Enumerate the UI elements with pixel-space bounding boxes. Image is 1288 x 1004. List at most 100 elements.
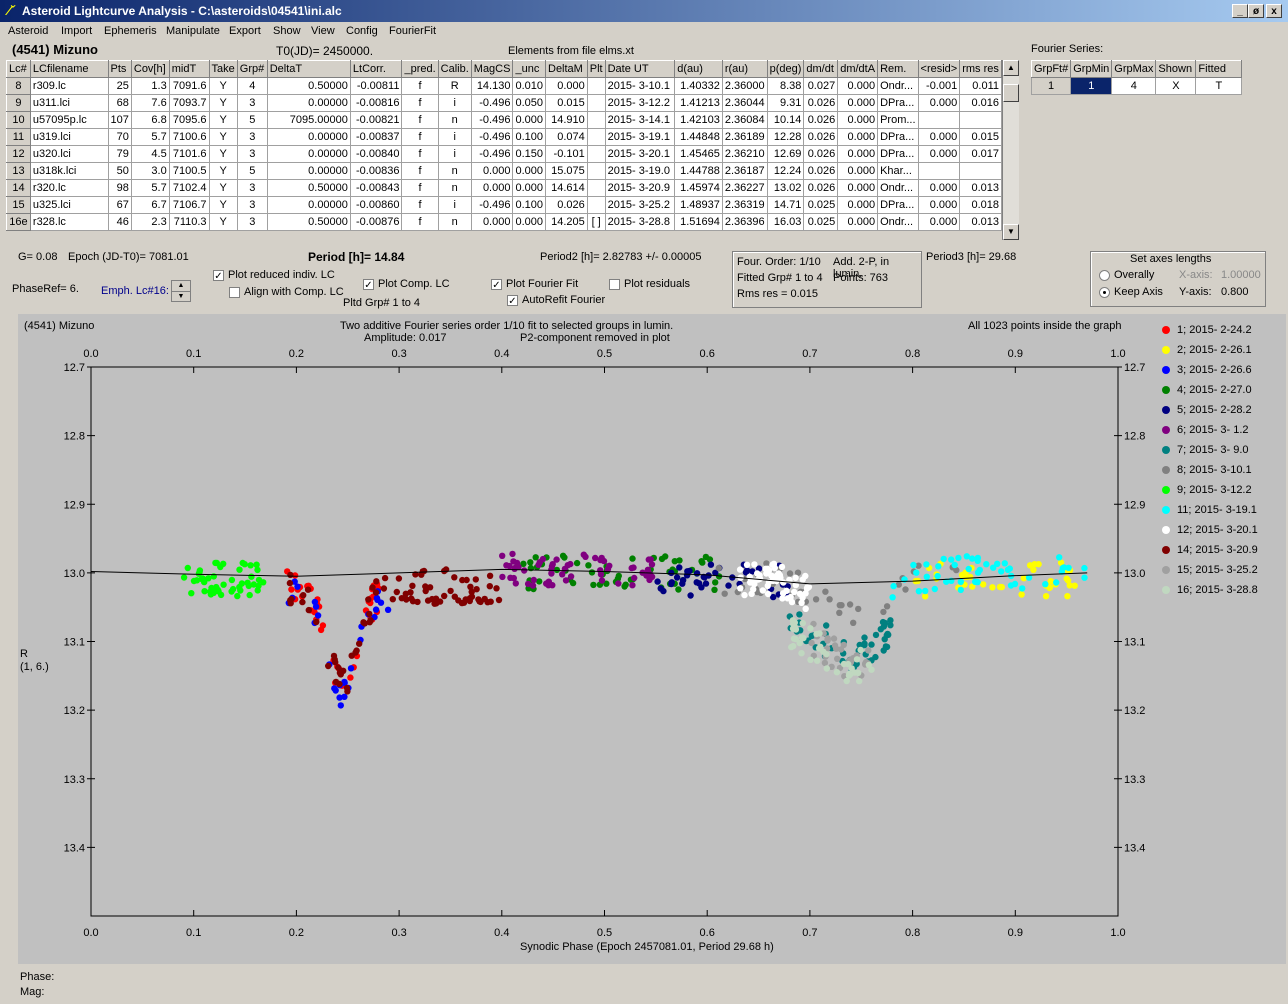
spin-up-icon[interactable]: ▲ bbox=[172, 281, 190, 292]
menu-view[interactable]: View bbox=[311, 25, 335, 37]
table-cell[interactable]: 8.38 bbox=[766, 77, 805, 95]
table-cell[interactable]: -0.496 bbox=[470, 145, 514, 163]
table-cell[interactable]: Ondr... bbox=[877, 77, 919, 95]
table-cell[interactable]: 0.013 bbox=[959, 213, 1002, 231]
row-number-cell[interactable]: 8 bbox=[6, 77, 31, 95]
table-cell[interactable]: 0.013 bbox=[959, 179, 1002, 197]
table-cell[interactable]: 2015- 3-12.2 bbox=[604, 94, 676, 112]
table-cell[interactable]: Khar... bbox=[877, 162, 919, 180]
table-cell[interactable]: 3 bbox=[236, 94, 268, 112]
table-cell[interactable]: 2.36396 bbox=[721, 213, 768, 231]
table-cell[interactable]: 0.00000 bbox=[266, 162, 351, 180]
table-cell[interactable]: 0.000 bbox=[837, 162, 879, 180]
scroll-thumb[interactable] bbox=[1003, 84, 1019, 102]
table-cell[interactable]: DPra... bbox=[877, 196, 919, 214]
plot-panel[interactable]: 0.0 0.0 0.1 0.1 0.2 0.2 0.3 0.3 0.4 0.4 0.5 0.5 0.6 0… bbox=[18, 314, 1286, 964]
column-header[interactable]: _pred. bbox=[401, 60, 439, 78]
table-cell[interactable]: 7100.5 bbox=[168, 162, 210, 180]
table-cell[interactable]: 12.69 bbox=[766, 145, 805, 163]
table-row[interactable]: 8 r309.lc 25 1.3 7091.6 Y 4 0.50000 -0.00811 f R 14… bbox=[6, 77, 1002, 95]
table-cell[interactable]: -0.001 bbox=[917, 77, 961, 95]
column-header[interactable]: MagCS bbox=[470, 60, 514, 78]
table-cell[interactable]: 7110.3 bbox=[168, 213, 210, 231]
menu-import[interactable]: Import bbox=[61, 25, 92, 37]
table-cell[interactable]: 0.026 bbox=[803, 94, 839, 112]
table-cell[interactable]: 1.44788 bbox=[674, 162, 723, 180]
table-cell[interactable]: 0.000 bbox=[917, 128, 961, 146]
table-cell[interactable]: Y bbox=[208, 162, 238, 180]
column-header[interactable]: LCfilename bbox=[29, 60, 109, 78]
table-cell[interactable]: 0.017 bbox=[959, 145, 1002, 163]
table-cell[interactable]: 9.31 bbox=[766, 94, 805, 112]
table-cell[interactable]: 0.026 bbox=[803, 111, 839, 129]
row-number-cell[interactable]: 9 bbox=[6, 94, 31, 112]
checkbox-icon[interactable] bbox=[229, 286, 240, 298]
table-cell[interactable]: 7101.6 bbox=[168, 145, 210, 163]
table-cell[interactable]: 2015- 3-14.1 bbox=[604, 111, 676, 129]
table-cell[interactable] bbox=[586, 111, 606, 129]
table-cell[interactable]: 2.36000 bbox=[721, 77, 768, 95]
table-cell[interactable]: Y bbox=[208, 145, 238, 163]
table-cell[interactable]: 3 bbox=[236, 179, 268, 197]
align-comp-checkbox[interactable]: Align with Comp. LC bbox=[229, 286, 344, 298]
table-cell[interactable]: 1.40332 bbox=[674, 77, 723, 95]
table-cell[interactable]: 0.026 bbox=[803, 145, 839, 163]
column-header[interactable]: midT bbox=[168, 60, 210, 78]
table-cell[interactable]: u319.lci bbox=[29, 128, 109, 146]
row-number-cell[interactable]: 10 bbox=[6, 111, 31, 129]
checkbox-icon[interactable]: ✓ bbox=[213, 269, 224, 282]
table-cell[interactable]: 0.010 bbox=[512, 77, 546, 95]
table-cell[interactable]: -0.00840 bbox=[349, 145, 403, 163]
table-cell[interactable]: 6.8 bbox=[130, 111, 170, 129]
fourier-col-header[interactable]: GrpMax bbox=[1111, 60, 1157, 78]
table-cell[interactable]: 1.45974 bbox=[674, 179, 723, 197]
table-cell[interactable]: 0.00000 bbox=[266, 128, 351, 146]
row-number-cell[interactable]: 12 bbox=[6, 145, 31, 163]
table-cell[interactable]: 7100.6 bbox=[168, 128, 210, 146]
overally-radio[interactable]: Overally bbox=[1099, 269, 1154, 281]
table-cell[interactable]: f bbox=[401, 77, 439, 95]
table-cell[interactable]: -0.00836 bbox=[349, 162, 403, 180]
table-cell[interactable]: 0.00000 bbox=[266, 196, 351, 214]
table-cell[interactable]: 0.100 bbox=[512, 128, 546, 146]
table-cell[interactable]: f bbox=[401, 196, 439, 214]
table-cell[interactable]: 0.000 bbox=[837, 111, 879, 129]
plot-fourier-checkbox[interactable]: ✓ Plot Fourier Fit bbox=[491, 278, 578, 291]
checkbox-icon[interactable]: ✓ bbox=[507, 294, 518, 307]
table-cell[interactable]: 12.28 bbox=[766, 128, 805, 146]
table-cell[interactable]: 0.016 bbox=[959, 94, 1002, 112]
table-cell[interactable]: DPra... bbox=[877, 145, 919, 163]
table-cell[interactable]: 0.000 bbox=[837, 77, 879, 95]
menu-ephemeris[interactable]: Ephemeris bbox=[104, 25, 157, 37]
table-cell[interactable]: 14.205 bbox=[545, 213, 588, 231]
table-cell[interactable]: -0.496 bbox=[470, 196, 514, 214]
plot-comp-checkbox[interactable]: ✓ Plot Comp. LC bbox=[363, 278, 450, 291]
autorefit-checkbox[interactable]: ✓ AutoRefit Fourier bbox=[507, 294, 605, 307]
table-cell[interactable] bbox=[959, 162, 1002, 180]
table-cell[interactable]: 7093.7 bbox=[168, 94, 210, 112]
table-cell[interactable]: f bbox=[401, 94, 439, 112]
table-cell[interactable]: -0.00860 bbox=[349, 196, 403, 214]
table-cell[interactable]: 2.36319 bbox=[721, 196, 768, 214]
table-cell[interactable]: 0.000 bbox=[917, 94, 961, 112]
checkbox-icon[interactable] bbox=[609, 278, 620, 290]
table-row[interactable]: 16e r328.lc 46 2.3 7110.3 Y 3 0.50000 -0.00876 f n… bbox=[6, 213, 1002, 231]
table-cell[interactable] bbox=[917, 162, 961, 180]
table-cell[interactable]: 7095.00000 bbox=[266, 111, 351, 129]
table-cell[interactable]: i bbox=[437, 145, 472, 163]
table-cell[interactable]: 0.015 bbox=[545, 94, 588, 112]
table-cell[interactable]: 2015- 3-10.1 bbox=[604, 77, 676, 95]
table-cell[interactable]: u325.lci bbox=[29, 196, 109, 214]
table-cell[interactable] bbox=[959, 111, 1002, 129]
table-cell[interactable]: 0.011 bbox=[959, 77, 1002, 95]
fourier-cell-grpft[interactable]: 1 bbox=[1030, 77, 1072, 95]
column-header[interactable]: Pts bbox=[107, 60, 132, 78]
table-cell[interactable]: 0.025 bbox=[803, 196, 839, 214]
table-cell[interactable]: Y bbox=[208, 128, 238, 146]
table-cell[interactable]: 0.018 bbox=[959, 196, 1002, 214]
menu-config[interactable]: Config bbox=[346, 25, 378, 37]
column-header[interactable]: DeltaT bbox=[266, 60, 351, 78]
table-cell[interactable]: 0.000 bbox=[512, 162, 546, 180]
table-cell[interactable]: 3 bbox=[236, 196, 268, 214]
table-cell[interactable]: 7091.6 bbox=[168, 77, 210, 95]
